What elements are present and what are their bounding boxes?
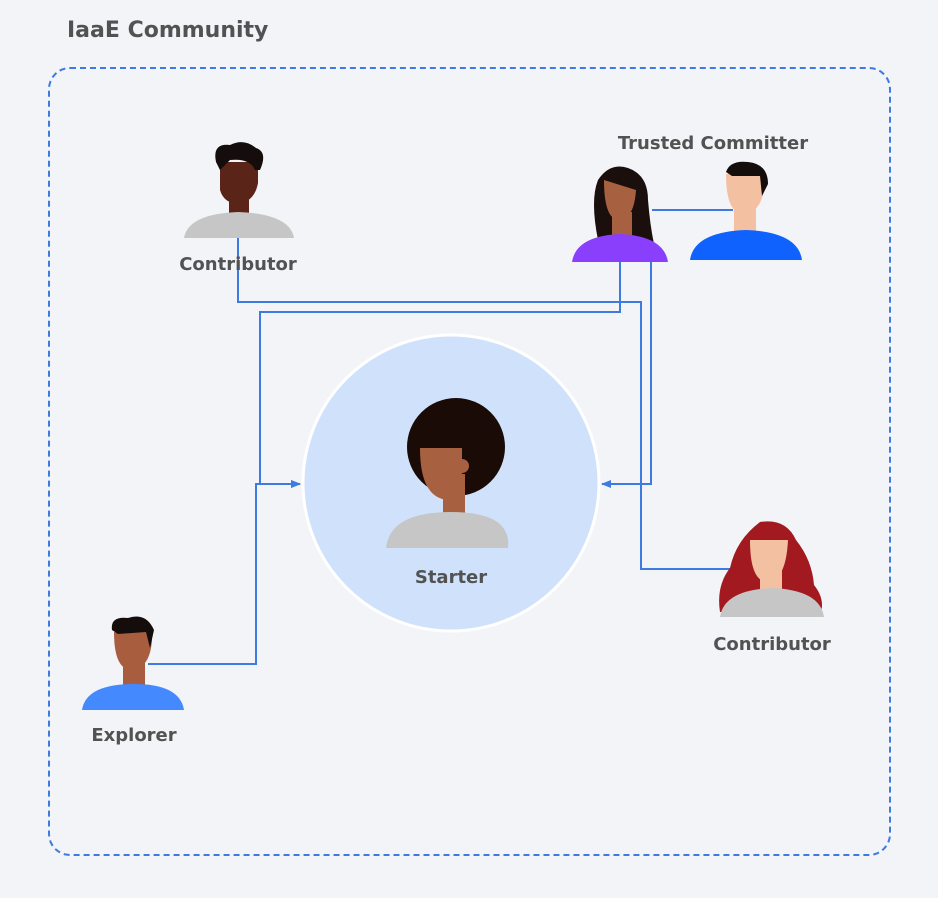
contributor-right-label: Contributor [713,634,831,655]
starter-label: Starter [414,567,488,588]
contributor-top-person-icon [184,142,294,238]
contributor-top-label: Contributor [179,254,297,275]
trusted-committer-label: Trusted Committer [617,133,809,154]
explorer-label: Explorer [91,725,177,746]
connector-trusted-to-starter-right [601,262,652,488]
trusted-woman-person-icon [572,166,668,262]
contributor-right-person-icon [719,521,824,617]
connector-explorer-to-starter [148,480,301,665]
